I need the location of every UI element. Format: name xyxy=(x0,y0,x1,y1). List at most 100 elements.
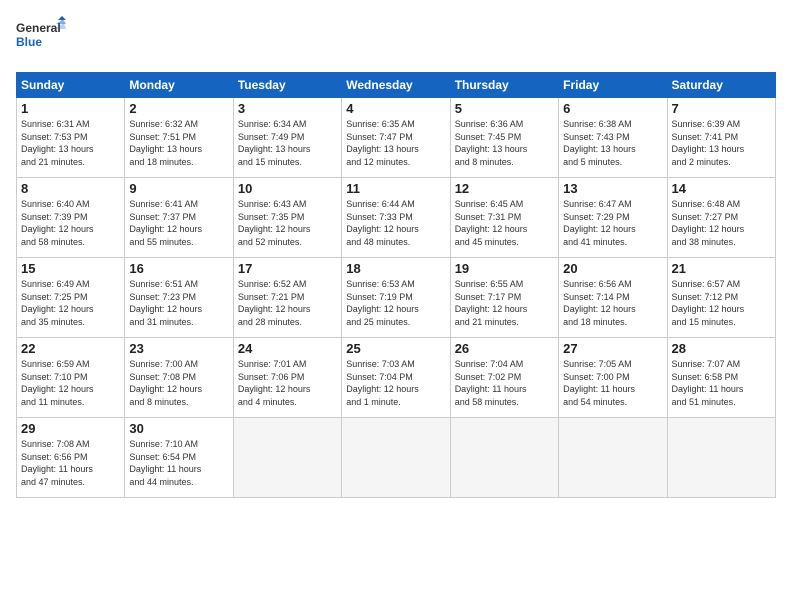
day-cell-24: 24Sunrise: 7:01 AMSunset: 7:06 PMDayligh… xyxy=(233,338,341,418)
weekday-header-wednesday: Wednesday xyxy=(342,73,450,98)
day-number: 28 xyxy=(672,341,771,356)
day-cell-7: 7Sunrise: 6:39 AMSunset: 7:41 PMDaylight… xyxy=(667,98,775,178)
day-number: 30 xyxy=(129,421,228,436)
day-info: Sunrise: 6:35 AMSunset: 7:47 PMDaylight:… xyxy=(346,118,445,168)
day-number: 17 xyxy=(238,261,337,276)
day-number: 19 xyxy=(455,261,554,276)
weekday-header-saturday: Saturday xyxy=(667,73,775,98)
day-number: 5 xyxy=(455,101,554,116)
logo: General Blue xyxy=(16,16,66,60)
day-cell-11: 11 Sunrise: 6:44 AMSunset: 7:33 PMDayligh… xyxy=(342,178,450,258)
day-number: 9 xyxy=(129,181,228,196)
header: General Blue xyxy=(16,16,776,60)
calendar-row-2: 15 Sunrise: 6:49 AMSunset: 7:25 PMDayligh… xyxy=(17,258,776,338)
day-info: Sunrise: 6:43 AMSunset: 7:35 PMDaylight:… xyxy=(238,198,337,248)
weekday-header-thursday: Thursday xyxy=(450,73,558,98)
day-number: 10 xyxy=(238,181,337,196)
day-number: 8 xyxy=(21,181,120,196)
day-info: Sunrise: 7:07 AMSunset: 6:58 PMDaylight:… xyxy=(672,358,771,408)
day-cell-16: 16Sunrise: 6:51 AMSunset: 7:23 PMDayligh… xyxy=(125,258,233,338)
day-info: Sunrise: 6:45 AMSunset: 7:31 PMDaylight:… xyxy=(455,198,554,248)
day-info: Sunrise: 6:38 AMSunset: 7:43 PMDaylight:… xyxy=(563,118,662,168)
day-info: Sunrise: 7:03 AMSunset: 7:04 PMDaylight:… xyxy=(346,358,445,408)
day-info: Sunrise: 7:10 AMSunset: 6:54 PMDaylight:… xyxy=(129,438,228,488)
day-number: 29 xyxy=(21,421,120,436)
weekday-header-tuesday: Tuesday xyxy=(233,73,341,98)
day-info: Sunrise: 6:55 AMSunset: 7:17 PMDaylight:… xyxy=(455,278,554,328)
day-info: Sunrise: 6:44 AMSunset: 7:33 PMDaylight:… xyxy=(346,198,445,248)
day-number: 4 xyxy=(346,101,445,116)
day-info: Sunrise: 6:49 AMSunset: 7:25 PMDaylight:… xyxy=(21,278,120,328)
day-number: 26 xyxy=(455,341,554,356)
day-cell-3: 3 Sunrise: 6:34 AMSunset: 7:49 PMDaylight… xyxy=(233,98,341,178)
day-info: Sunrise: 7:05 AMSunset: 7:00 PMDaylight:… xyxy=(563,358,662,408)
day-info: Sunrise: 6:52 AMSunset: 7:21 PMDaylight:… xyxy=(238,278,337,328)
empty-cell xyxy=(233,418,341,498)
day-info: Sunrise: 7:00 AMSunset: 7:08 PMDaylight:… xyxy=(129,358,228,408)
day-cell-2: 2 Sunrise: 6:32 AMSunset: 7:51 PMDaylight… xyxy=(125,98,233,178)
day-number: 25 xyxy=(346,341,445,356)
day-number: 7 xyxy=(672,101,771,116)
day-cell-9: 9 Sunrise: 6:41 AMSunset: 7:37 PMDaylight… xyxy=(125,178,233,258)
day-cell-30: 30 Sunrise: 7:10 AMSunset: 6:54 PMDayligh… xyxy=(125,418,233,498)
calendar-row-1: 8 Sunrise: 6:40 AMSunset: 7:39 PMDaylight… xyxy=(17,178,776,258)
empty-cell xyxy=(559,418,667,498)
day-number: 22 xyxy=(21,341,120,356)
main-container: General Blue SundayMondayTuesdayWednesda… xyxy=(0,0,792,506)
day-cell-22: 22 Sunrise: 6:59 AMSunset: 7:10 PMDayligh… xyxy=(17,338,125,418)
day-cell-4: 4 Sunrise: 6:35 AMSunset: 7:47 PMDaylight… xyxy=(342,98,450,178)
day-info: Sunrise: 6:59 AMSunset: 7:10 PMDaylight:… xyxy=(21,358,120,408)
svg-text:Blue: Blue xyxy=(16,35,42,49)
day-cell-12: 12 Sunrise: 6:45 AMSunset: 7:31 PMDayligh… xyxy=(450,178,558,258)
day-info: Sunrise: 6:57 AMSunset: 7:12 PMDaylight:… xyxy=(672,278,771,328)
day-number: 2 xyxy=(129,101,228,116)
day-cell-17: 17 Sunrise: 6:52 AMSunset: 7:21 PMDayligh… xyxy=(233,258,341,338)
day-cell-14: 14 Sunrise: 6:48 AMSunset: 7:27 PMDayligh… xyxy=(667,178,775,258)
day-cell-20: 20 Sunrise: 6:56 AMSunset: 7:14 PMDayligh… xyxy=(559,258,667,338)
weekday-header-row: SundayMondayTuesdayWednesdayThursdayFrid… xyxy=(17,73,776,98)
day-number: 11 xyxy=(346,181,445,196)
empty-cell xyxy=(667,418,775,498)
day-cell-23: 23 Sunrise: 7:00 AMSunset: 7:08 PMDayligh… xyxy=(125,338,233,418)
day-number: 24 xyxy=(238,341,337,356)
weekday-header-monday: Monday xyxy=(125,73,233,98)
day-info: Sunrise: 6:51 AMSunset: 7:23 PMDaylight:… xyxy=(129,278,228,328)
day-info: Sunrise: 6:48 AMSunset: 7:27 PMDaylight:… xyxy=(672,198,771,248)
day-info: Sunrise: 6:36 AMSunset: 7:45 PMDaylight:… xyxy=(455,118,554,168)
svg-text:General: General xyxy=(16,21,61,35)
day-number: 15 xyxy=(21,261,120,276)
empty-cell xyxy=(450,418,558,498)
calendar-row-3: 22 Sunrise: 6:59 AMSunset: 7:10 PMDayligh… xyxy=(17,338,776,418)
day-number: 23 xyxy=(129,341,228,356)
day-info: Sunrise: 6:40 AMSunset: 7:39 PMDaylight:… xyxy=(21,198,120,248)
day-number: 27 xyxy=(563,341,662,356)
day-number: 18 xyxy=(346,261,445,276)
day-info: Sunrise: 6:41 AMSunset: 7:37 PMDaylight:… xyxy=(129,198,228,248)
calendar-row-4: 29Sunrise: 7:08 AMSunset: 6:56 PMDayligh… xyxy=(17,418,776,498)
day-number: 1 xyxy=(21,101,120,116)
empty-cell xyxy=(342,418,450,498)
weekday-header-friday: Friday xyxy=(559,73,667,98)
day-info: Sunrise: 6:31 AMSunset: 7:53 PMDaylight:… xyxy=(21,118,120,168)
day-number: 21 xyxy=(672,261,771,276)
day-number: 3 xyxy=(238,101,337,116)
day-info: Sunrise: 6:34 AMSunset: 7:49 PMDaylight:… xyxy=(238,118,337,168)
day-info: Sunrise: 6:53 AMSunset: 7:19 PMDaylight:… xyxy=(346,278,445,328)
day-info: Sunrise: 6:56 AMSunset: 7:14 PMDaylight:… xyxy=(563,278,662,328)
day-cell-15: 15 Sunrise: 6:49 AMSunset: 7:25 PMDayligh… xyxy=(17,258,125,338)
day-cell-29: 29Sunrise: 7:08 AMSunset: 6:56 PMDayligh… xyxy=(17,418,125,498)
day-cell-10: 10 Sunrise: 6:43 AMSunset: 7:35 PMDayligh… xyxy=(233,178,341,258)
day-cell-6: 6Sunrise: 6:38 AMSunset: 7:43 PMDaylight… xyxy=(559,98,667,178)
day-cell-25: 25 Sunrise: 7:03 AMSunset: 7:04 PMDayligh… xyxy=(342,338,450,418)
day-cell-27: 27 Sunrise: 7:05 AMSunset: 7:00 PMDayligh… xyxy=(559,338,667,418)
day-number: 14 xyxy=(672,181,771,196)
day-cell-19: 19 Sunrise: 6:55 AMSunset: 7:17 PMDayligh… xyxy=(450,258,558,338)
calendar-table: SundayMondayTuesdayWednesdayThursdayFrid… xyxy=(16,72,776,498)
calendar-row-0: 1 Sunrise: 6:31 AMSunset: 7:53 PMDaylight… xyxy=(17,98,776,178)
day-cell-8: 8 Sunrise: 6:40 AMSunset: 7:39 PMDaylight… xyxy=(17,178,125,258)
day-number: 20 xyxy=(563,261,662,276)
day-number: 12 xyxy=(455,181,554,196)
day-cell-1: 1 Sunrise: 6:31 AMSunset: 7:53 PMDaylight… xyxy=(17,98,125,178)
day-info: Sunrise: 6:32 AMSunset: 7:51 PMDaylight:… xyxy=(129,118,228,168)
day-number: 13 xyxy=(563,181,662,196)
